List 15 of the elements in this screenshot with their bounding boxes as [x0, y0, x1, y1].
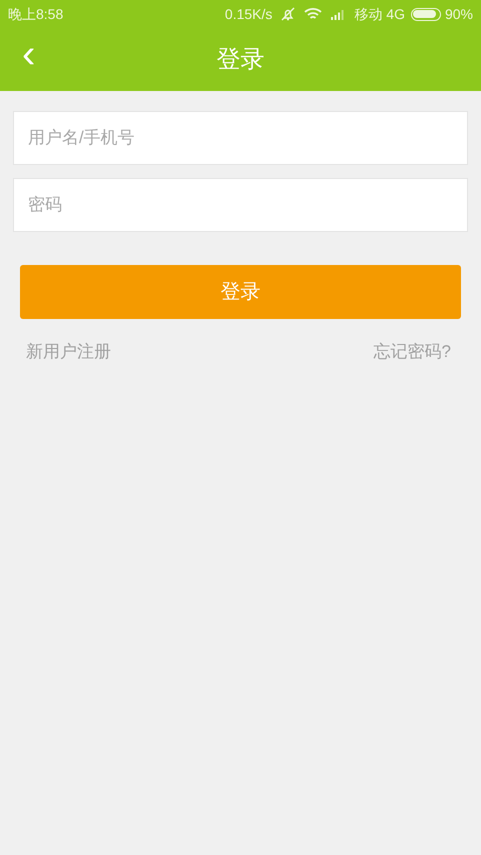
login-button[interactable]: 登录	[20, 265, 461, 319]
carrier-label: 移动 4G	[354, 4, 405, 24]
signal-icon	[330, 8, 346, 20]
network-speed: 0.15K/s	[224, 4, 272, 24]
register-link[interactable]: 新用户注册	[26, 339, 111, 364]
wifi-icon	[304, 7, 322, 21]
back-button[interactable]: ‹	[18, 34, 40, 74]
password-field[interactable]: 密码	[13, 178, 468, 232]
forgot-password-link[interactable]: 忘记密码?	[374, 339, 451, 364]
username-field[interactable]: 用户名/手机号	[13, 111, 468, 165]
battery-icon	[410, 8, 441, 20]
status-time: 晚上8:58	[8, 4, 64, 24]
page-title: 登录	[216, 44, 264, 74]
mute-icon	[280, 6, 296, 22]
battery-percent: 90%	[444, 4, 473, 24]
